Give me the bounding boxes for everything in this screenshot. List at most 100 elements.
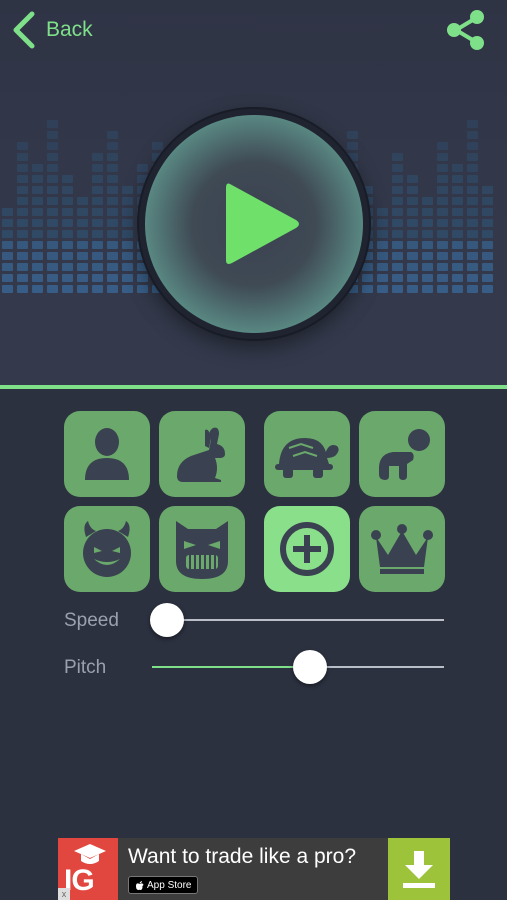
effect-normal-button[interactable] <box>64 411 150 497</box>
equalizer-bar-segment <box>437 197 448 205</box>
equalizer-bar-segment <box>47 263 58 271</box>
equalizer-bar-segment <box>47 131 58 139</box>
equalizer-bar-segment <box>452 175 463 183</box>
baby-icon <box>379 429 430 480</box>
play-icon <box>226 183 299 264</box>
effect-king-button[interactable] <box>359 506 445 592</box>
equalizer-bar-segment <box>407 230 418 238</box>
equalizer-bar-segment <box>92 263 103 271</box>
app-store-label: App Store <box>147 879 192 891</box>
equalizer-bar-segment <box>452 186 463 194</box>
equalizer-bar-segment <box>92 208 103 216</box>
equalizer-bar-segment <box>422 208 433 216</box>
equalizer-bar-segment <box>62 219 73 227</box>
equalizer-bar-segment <box>422 230 433 238</box>
equalizer-bar-segment <box>407 186 418 194</box>
equalizer-bar-segment <box>47 197 58 205</box>
turtle-icon <box>275 438 339 478</box>
equalizer-bar-segment <box>452 197 463 205</box>
equalizer-bar-segment <box>32 186 43 194</box>
equalizer-bar-segment <box>377 219 388 227</box>
equalizer-bar-segment <box>77 263 88 271</box>
equalizer-bar-segment <box>17 219 28 227</box>
ad-download-button[interactable] <box>388 838 450 900</box>
equalizer-bar-segment <box>107 164 118 172</box>
effect-turtle-button[interactable] <box>264 411 350 497</box>
equalizer-bar-segment <box>77 219 88 227</box>
equalizer-bar-segment <box>482 208 493 216</box>
equalizer-bar-segment <box>107 197 118 205</box>
equalizer-bar-segment <box>92 153 103 161</box>
equalizer-bar-segment <box>92 219 103 227</box>
equalizer-bar-segment <box>467 142 478 150</box>
equalizer-bar-segment <box>2 252 13 260</box>
equalizer-bar-segment <box>32 230 43 238</box>
equalizer-bar-segment <box>407 175 418 183</box>
equalizer-bar-segment <box>92 175 103 183</box>
equalizer-bar-segment <box>92 285 103 293</box>
robot-icon <box>176 521 228 579</box>
ad-close-button[interactable]: x <box>58 888 70 900</box>
effect-add-custom-button[interactable] <box>264 506 350 592</box>
equalizer-bar-segment <box>17 153 28 161</box>
play-button[interactable] <box>139 109 369 339</box>
equalizer-bar-segment <box>122 263 133 271</box>
effect-robot-button[interactable] <box>159 506 245 592</box>
equalizer-bar-segment <box>452 274 463 282</box>
equalizer-bar-segment <box>437 252 448 260</box>
speed-track[interactable] <box>152 619 444 621</box>
speed-slider-thumb[interactable] <box>150 603 184 637</box>
equalizer-bar-segment <box>437 186 448 194</box>
equalizer-bar-segment <box>77 241 88 249</box>
equalizer-bar-segment <box>437 274 448 282</box>
equalizer-bar-segment <box>47 164 58 172</box>
equalizer-bar-segment <box>392 186 403 194</box>
panel-divider <box>0 385 507 389</box>
equalizer-bar-segment <box>107 142 118 150</box>
equalizer-bar-segment <box>32 263 43 271</box>
equalizer-bar-segment <box>17 230 28 238</box>
equalizer-bar-segment <box>47 285 58 293</box>
equalizer-bar-segment <box>17 241 28 249</box>
equalizer-bar-segment <box>122 241 133 249</box>
equalizer-bar-segment <box>467 274 478 282</box>
crown-icon <box>371 524 433 574</box>
equalizer-bar-segment <box>107 252 118 260</box>
equalizer-bar-segment <box>17 285 28 293</box>
equalizer-bar-segment <box>47 120 58 128</box>
equalizer-bar-segment <box>137 274 148 282</box>
equalizer-bar-segment <box>437 241 448 249</box>
equalizer-bar-segment <box>62 274 73 282</box>
equalizer-bar-segment <box>122 197 133 205</box>
download-icon <box>403 851 435 888</box>
equalizer-bar-segment <box>47 230 58 238</box>
app-store-badge[interactable]: App Store <box>128 876 199 894</box>
equalizer-bar-segment <box>122 208 133 216</box>
effect-devil-button[interactable] <box>64 506 150 592</box>
equalizer-bar-segment <box>467 285 478 293</box>
equalizer-bar-segment <box>17 197 28 205</box>
effect-rabbit-button[interactable] <box>159 411 245 497</box>
back-button[interactable]: Back <box>10 10 93 50</box>
equalizer-bar-segment <box>107 208 118 216</box>
effect-baby-button[interactable] <box>359 411 445 497</box>
equalizer-bar-segment <box>92 186 103 194</box>
share-button[interactable] <box>444 10 488 50</box>
equalizer-bar-segment <box>347 142 358 150</box>
equalizer-bar-segment <box>482 186 493 194</box>
equalizer-bar-segment <box>437 175 448 183</box>
equalizer-bar-segment <box>92 252 103 260</box>
equalizer-bar-segment <box>107 263 118 271</box>
equalizer-bar-segment <box>437 219 448 227</box>
equalizer-bar-segment <box>377 241 388 249</box>
equalizer-bar-segment <box>32 274 43 282</box>
equalizer-bar-segment <box>467 131 478 139</box>
pitch-slider-thumb[interactable] <box>292 650 327 684</box>
equalizer-bar-segment <box>107 153 118 161</box>
ad-banner[interactable]: IG Want to trade like a pro? App Store <box>58 838 450 900</box>
equalizer-bar-segment <box>2 285 13 293</box>
equalizer-bar-segment <box>107 274 118 282</box>
equalizer-bar-segment <box>47 241 58 249</box>
equalizer-bar-segment <box>467 164 478 172</box>
equalizer-bar-segment <box>92 197 103 205</box>
